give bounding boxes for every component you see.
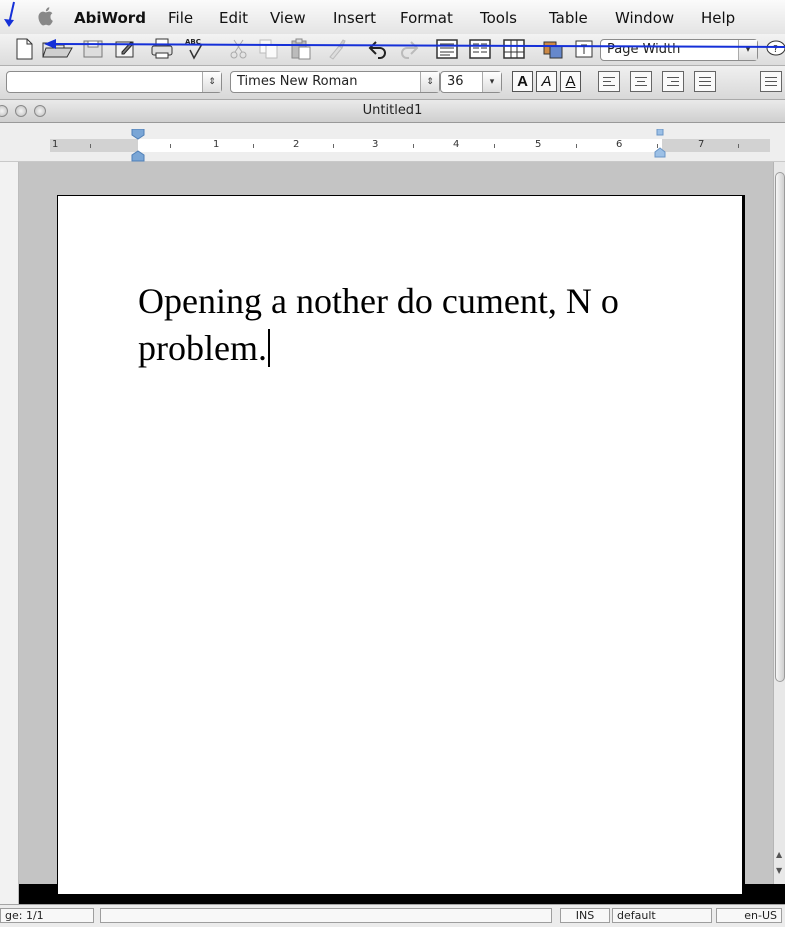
ruler-number: 2 [293, 139, 300, 150]
ruler-number: 3 [372, 139, 379, 150]
scrollbar-thumb[interactable] [775, 172, 785, 682]
menu-format[interactable]: Format [400, 9, 453, 27]
window-titlebar: Untitled1 [0, 100, 785, 123]
status-message [100, 908, 552, 923]
insert-image-icon[interactable] [542, 38, 564, 60]
menu-help[interactable]: Help [701, 9, 735, 27]
svg-text:?: ? [773, 44, 778, 55]
right-margin-shade [662, 139, 770, 152]
ruler-tick [576, 144, 577, 148]
font-size-value: 36 [447, 74, 464, 89]
bold-button[interactable]: A [512, 71, 533, 92]
menu-tools[interactable]: Tools [480, 9, 517, 27]
font-value: Times New Roman [237, 74, 358, 89]
menu-window[interactable]: Window [615, 9, 674, 27]
horizontal-ruler[interactable]: 1 1 2 3 4 5 6 7 [0, 123, 785, 162]
ruler-tick [90, 144, 91, 148]
font-size-select[interactable]: 36 ▾ [440, 71, 502, 93]
app-name-menu[interactable]: AbiWord [74, 9, 146, 27]
style-indicator: default [612, 908, 712, 923]
underline-button[interactable]: A [560, 71, 581, 92]
ruler-tick [253, 144, 254, 148]
copy-icon[interactable] [258, 38, 280, 60]
right-indent-marker-icon[interactable] [654, 129, 666, 159]
menu-view[interactable]: View [270, 9, 306, 27]
ruler-number: 1 [213, 139, 220, 150]
ruler-tick [494, 144, 495, 148]
new-document-icon[interactable] [13, 38, 35, 60]
vertical-scrollbar[interactable]: ▲ ▼ [773, 162, 785, 884]
ruler-number: 6 [616, 139, 623, 150]
style-select[interactable]: ⇕ [6, 71, 222, 93]
zoom-value: Page Width [607, 42, 681, 57]
ruler-tick [738, 144, 739, 148]
menu-edit[interactable]: Edit [219, 9, 248, 27]
align-view-icon[interactable] [436, 38, 458, 60]
language-indicator: en-US [716, 908, 782, 923]
menu-insert[interactable]: Insert [333, 9, 376, 27]
ruler-number: 1 [52, 139, 59, 150]
ruler-tick [170, 144, 171, 148]
redo-icon[interactable] [398, 38, 420, 60]
save-as-icon[interactable] [114, 38, 136, 60]
zoom-select[interactable]: Page Width ▾ [600, 39, 758, 61]
ruler-tick [413, 144, 414, 148]
chevron-down-icon: ▾ [738, 40, 757, 60]
document-text-area[interactable]: Opening a nother do cument, N o problem. [138, 278, 698, 372]
undo-icon[interactable] [367, 38, 389, 60]
columns-icon[interactable] [469, 38, 491, 60]
font-select[interactable]: Times New Roman ⇕ [230, 71, 440, 93]
vertical-ruler[interactable] [0, 162, 19, 904]
ruler-tick [333, 144, 334, 148]
italic-button[interactable]: A [536, 71, 557, 92]
paste-icon[interactable] [290, 38, 312, 60]
align-left-icon[interactable] [598, 71, 620, 92]
text-cursor [267, 329, 270, 367]
cut-icon[interactable] [228, 38, 250, 60]
menu-file[interactable]: File [168, 9, 193, 27]
spellcheck-icon[interactable]: ABC [182, 38, 206, 60]
insert-mode-indicator: INS [560, 908, 610, 923]
menu-bar: AbiWord File Edit View Insert Format Too… [0, 0, 785, 35]
ruler-number: 4 [453, 139, 460, 150]
updown-icon: ⇕ [420, 72, 439, 92]
updown-icon: ⇕ [202, 72, 221, 92]
scroll-up-arrow-icon[interactable]: ▲ [776, 850, 782, 859]
align-justify-icon[interactable] [694, 71, 716, 92]
status-bar: ge: 1/1 INS default en-US [0, 904, 785, 927]
window-title: Untitled1 [362, 103, 423, 118]
page-indicator: ge: 1/1 [0, 908, 94, 923]
ruler-number: 7 [698, 139, 705, 150]
numbered-list-icon[interactable] [760, 71, 782, 92]
standard-toolbar: ABC Page Width ▾ ? [0, 34, 785, 66]
apple-menu-icon[interactable] [38, 6, 56, 26]
format-toolbar: ⇕ Times New Roman ⇕ 36 ▾ A A A [0, 66, 785, 100]
menu-table[interactable]: Table [549, 9, 588, 27]
align-right-icon[interactable] [662, 71, 684, 92]
scroll-down-arrow-icon[interactable]: ▼ [776, 866, 782, 875]
chevron-down-icon: ▾ [482, 72, 501, 92]
left-indent-marker-icon[interactable] [131, 129, 145, 163]
left-margin-shade [50, 139, 138, 152]
save-icon[interactable] [82, 38, 104, 60]
document-page[interactable]: Opening a nother do cument, N o problem. [57, 195, 745, 895]
table-icon[interactable] [503, 38, 525, 60]
print-icon[interactable] [151, 38, 173, 60]
format-painter-icon[interactable] [325, 38, 347, 60]
document-text: Opening a nother do cument, N o problem. [138, 281, 619, 368]
ruler-number: 5 [535, 139, 542, 150]
open-document-icon[interactable] [42, 38, 74, 60]
help-bubble-icon[interactable]: ? [763, 38, 785, 60]
find-icon[interactable] [573, 38, 595, 60]
align-center-icon[interactable] [630, 71, 652, 92]
